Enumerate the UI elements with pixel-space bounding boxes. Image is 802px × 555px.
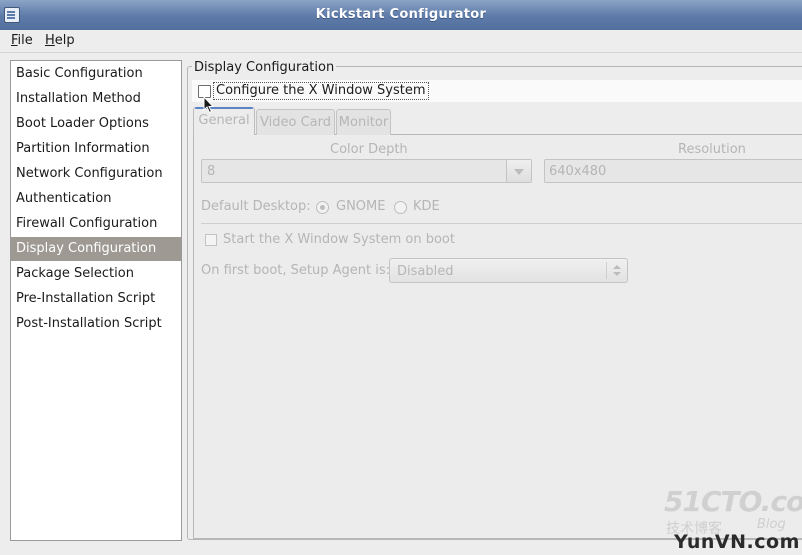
watermark-51cto: 51CTO.com [664, 485, 802, 518]
separator [201, 223, 802, 224]
watermark-blog: Blog [757, 517, 786, 532]
menu-file-rest: ile [17, 33, 33, 48]
radio-gnome-label[interactable]: GNOME [336, 199, 385, 214]
resolution-label: Resolution [678, 142, 746, 157]
sidebar-item-boot-loader-options[interactable]: Boot Loader Options [11, 112, 181, 136]
sidebar-item-network-configuration[interactable]: Network Configuration [11, 162, 181, 186]
sidebar-item-pre-installation-script[interactable]: Pre-Installation Script [11, 287, 181, 311]
title-bar: Kickstart Configurator [0, 0, 802, 31]
mouse-cursor-icon [203, 96, 215, 114]
setup-agent-value: Disabled [397, 264, 454, 279]
radio-kde[interactable] [394, 201, 407, 214]
tab-panel-general [193, 134, 802, 539]
setup-agent-dropdown[interactable]: Disabled [389, 258, 628, 283]
menu-file[interactable]: File [11, 33, 33, 48]
sidebar-item-package-selection[interactable]: Package Selection [11, 262, 181, 286]
resolution-value: 640x480 [549, 164, 607, 179]
watermark-yunvn: YunVN.com [674, 531, 800, 553]
sidebar-list: Basic Configuration Installation Method … [10, 60, 182, 541]
configure-x-label[interactable]: Configure the X Window System [213, 82, 429, 100]
menu-help-rest: elp [54, 33, 75, 48]
window-title: Kickstart Configurator [315, 7, 487, 22]
radio-gnome[interactable] [316, 201, 329, 214]
tab-video-card[interactable]: Video Card [256, 109, 335, 135]
dropdown-divider [606, 262, 607, 279]
sidebar-item-installation-method[interactable]: Installation Method [11, 87, 181, 111]
resolution-combo[interactable]: 640x480 [544, 159, 802, 183]
menu-help-mnemonic: H [45, 33, 55, 48]
color-depth-value: 8 [207, 164, 216, 179]
radio-kde-label[interactable]: KDE [413, 199, 440, 214]
sidebar-item-partition-information[interactable]: Partition Information [11, 137, 181, 161]
color-depth-label: Color Depth [330, 142, 408, 157]
sidebar-item-basic-configuration[interactable]: Basic Configuration [11, 62, 181, 86]
frame-label: Display Configuration [192, 60, 337, 75]
start-x-on-boot-checkbox[interactable] [205, 234, 217, 246]
chevron-down-icon[interactable] [506, 160, 531, 182]
tab-monitor[interactable]: Monitor [336, 109, 391, 135]
color-depth-combo[interactable]: 8 [201, 159, 532, 183]
sidebar-item-post-installation-script[interactable]: Post-Installation Script [11, 312, 181, 336]
sidebar-item-firewall-configuration[interactable]: Firewall Configuration [11, 212, 181, 236]
updown-arrows-icon [613, 263, 621, 278]
sidebar-item-authentication[interactable]: Authentication [11, 187, 181, 211]
menu-help[interactable]: Help [45, 33, 75, 48]
setup-agent-label: On first boot, Setup Agent is: [201, 263, 391, 278]
sidebar-item-display-configuration[interactable]: Display Configuration [11, 237, 181, 261]
start-x-on-boot-label[interactable]: Start the X Window System on boot [223, 232, 455, 247]
menu-bar: File Help [0, 30, 802, 53]
default-desktop-label: Default Desktop: [201, 199, 311, 214]
